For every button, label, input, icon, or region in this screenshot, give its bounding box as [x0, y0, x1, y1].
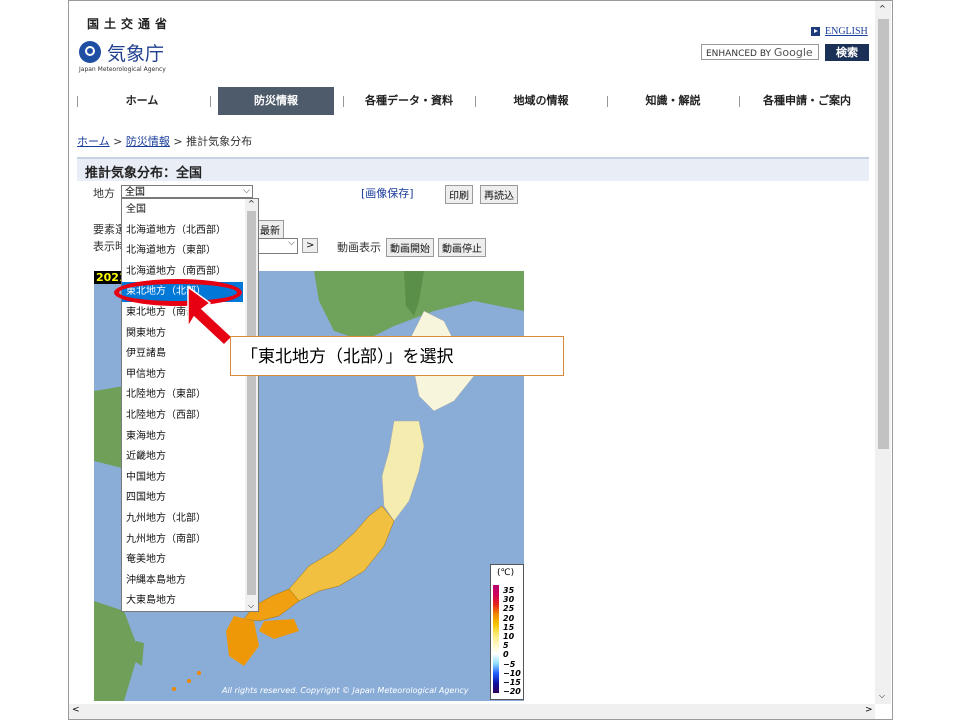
region-dropdown-list[interactable]: 全国 北海道地方（北西部） 北海道地方（東部） 北海道地方（南西部） 東北地方（北部）東… [121, 198, 259, 612]
legend-tick-label: −15 [503, 678, 521, 687]
print-button[interactable]: 印刷 [445, 185, 473, 204]
global-nav: ホーム 防災情報 各種データ・資料 地域の情報 知識・解説 各種申請・ご案内 [77, 87, 879, 115]
nav-regional[interactable]: 地域の情報 [475, 87, 607, 115]
agency-name[interactable]: 気象庁 [107, 39, 164, 66]
region-option[interactable]: 北陸地方（西部） [126, 406, 206, 426]
region-option[interactable]: 全国 [126, 200, 146, 220]
search-button[interactable]: 検索 [825, 44, 869, 61]
time-select[interactable]: ⌵ [256, 238, 298, 254]
region-label: 地方 [93, 187, 115, 200]
region-select[interactable]: 全国 ⌵ [121, 185, 253, 198]
region-option[interactable]: 九州地方（北部） [126, 509, 206, 529]
region-option[interactable]: 北海道地方（北西部） [126, 221, 226, 241]
nav-applications[interactable]: 各種申請・ご案内 [739, 87, 875, 115]
breadcrumb: ホーム > 防災情報 > 推計気象分布 [77, 133, 252, 149]
legend-tick-label: −10 [503, 668, 521, 678]
region-option[interactable]: 伊豆諸島 [126, 344, 166, 364]
english-link[interactable]: ENGLISH [825, 26, 868, 37]
ministry-name: 国土交通省 [87, 17, 173, 31]
legend-tick-label: 10 [503, 632, 515, 641]
legend-unit: (℃) [497, 568, 515, 578]
search-placeholder-google: Google [773, 46, 813, 59]
region-option[interactable]: 東海地方 [126, 427, 166, 447]
scroll-up-icon[interactable]: ^ [879, 4, 886, 13]
page-scroll-thumb[interactable] [878, 19, 889, 449]
breadcrumb-separator: > [173, 135, 183, 148]
legend-tick-label: 0 [503, 650, 509, 660]
scroll-left-icon[interactable]: < [72, 705, 80, 715]
jma-logo-icon[interactable] [79, 41, 101, 63]
legend-tick-label: 35 [503, 586, 515, 595]
region-option[interactable]: 近畿地方 [126, 447, 166, 467]
breadcrumb-current: 推計気象分布 [186, 135, 253, 148]
map-copyright: All rights reserved. Copyright © Japan M… [222, 686, 469, 695]
scroll-down-icon[interactable]: ⌵ [248, 601, 254, 611]
next-time-button[interactable]: > [302, 238, 319, 253]
page-title: 推計気象分布：全国 [85, 166, 203, 181]
nav-knowledge[interactable]: 知識・解説 [607, 87, 739, 115]
reload-button[interactable]: 再読込 [480, 185, 518, 204]
search-placeholder-brand: ENHANCED BY [706, 49, 772, 59]
nav-disaster-info[interactable]: 防災情報 [218, 87, 334, 115]
dropdown-scroll-thumb[interactable] [247, 211, 256, 595]
animation-label: 動画表示 [337, 241, 381, 254]
nav-home[interactable]: ホーム [77, 87, 207, 115]
legend-tick-label: −5 [503, 659, 516, 669]
region-option[interactable]: 関東地方 [126, 324, 166, 344]
chevron-down-icon: ⌵ [243, 186, 250, 196]
legend-gradient [493, 585, 499, 693]
scroll-up-icon[interactable]: ^ [248, 199, 255, 208]
region-option[interactable]: 四国地方 [126, 488, 166, 508]
nav-data[interactable]: 各種データ・資料 [343, 87, 475, 115]
search-input[interactable]: ENHANCED BY Google [701, 44, 819, 60]
legend-tick-label: 25 [503, 604, 515, 614]
region-option[interactable]: 甲信地方 [126, 365, 166, 385]
region-option[interactable]: 中国地方 [126, 468, 166, 488]
arrow-right-icon [811, 27, 820, 36]
latest-button[interactable]: 最新 [256, 220, 284, 239]
legend-tick-label: 15 [503, 622, 515, 632]
region-option[interactable]: 沖縄本島地方 [126, 571, 186, 591]
region-option[interactable]: 九州地方（南部） [126, 530, 206, 550]
legend-tick-label: 20 [503, 613, 515, 623]
legend-tick-label: −20 [503, 687, 521, 697]
annotation-callout: 「東北地方（北部）」を選択 [230, 336, 564, 376]
page-horizontal-scrollbar[interactable] [69, 704, 875, 719]
breadcrumb-separator: > [113, 135, 123, 148]
breadcrumb-home[interactable]: ホーム [77, 135, 110, 148]
chevron-down-icon: ⌵ [288, 238, 295, 248]
region-option[interactable]: 北海道地方（東部） [126, 241, 216, 261]
breadcrumb-disaster[interactable]: 防災情報 [126, 135, 170, 148]
dropdown-scrollbar[interactable]: ^ ⌵ [245, 199, 258, 611]
temperature-legend: (℃) 35 30 25 20 15 10 5 0 −5 −10 −15 −20 [490, 564, 524, 700]
legend-tick-label: 30 [503, 595, 515, 605]
legend-tick-label: 5 [503, 641, 509, 651]
animation-start-button[interactable]: 動画開始 [386, 238, 434, 257]
region-option[interactable]: 大東島地方 [126, 591, 176, 611]
region-option[interactable]: 北陸地方（東部） [126, 385, 206, 405]
scroll-down-icon[interactable]: ⌵ [879, 691, 885, 701]
agency-english-name: Japan Meteorological Agency [79, 66, 166, 73]
save-image-link[interactable]: [画像保存] [361, 185, 414, 201]
scroll-right-icon[interactable]: > [865, 705, 873, 715]
region-select-value: 全国 [125, 187, 145, 198]
animation-stop-button[interactable]: 動画停止 [438, 238, 486, 257]
region-option[interactable]: 奄美地方 [126, 550, 166, 570]
